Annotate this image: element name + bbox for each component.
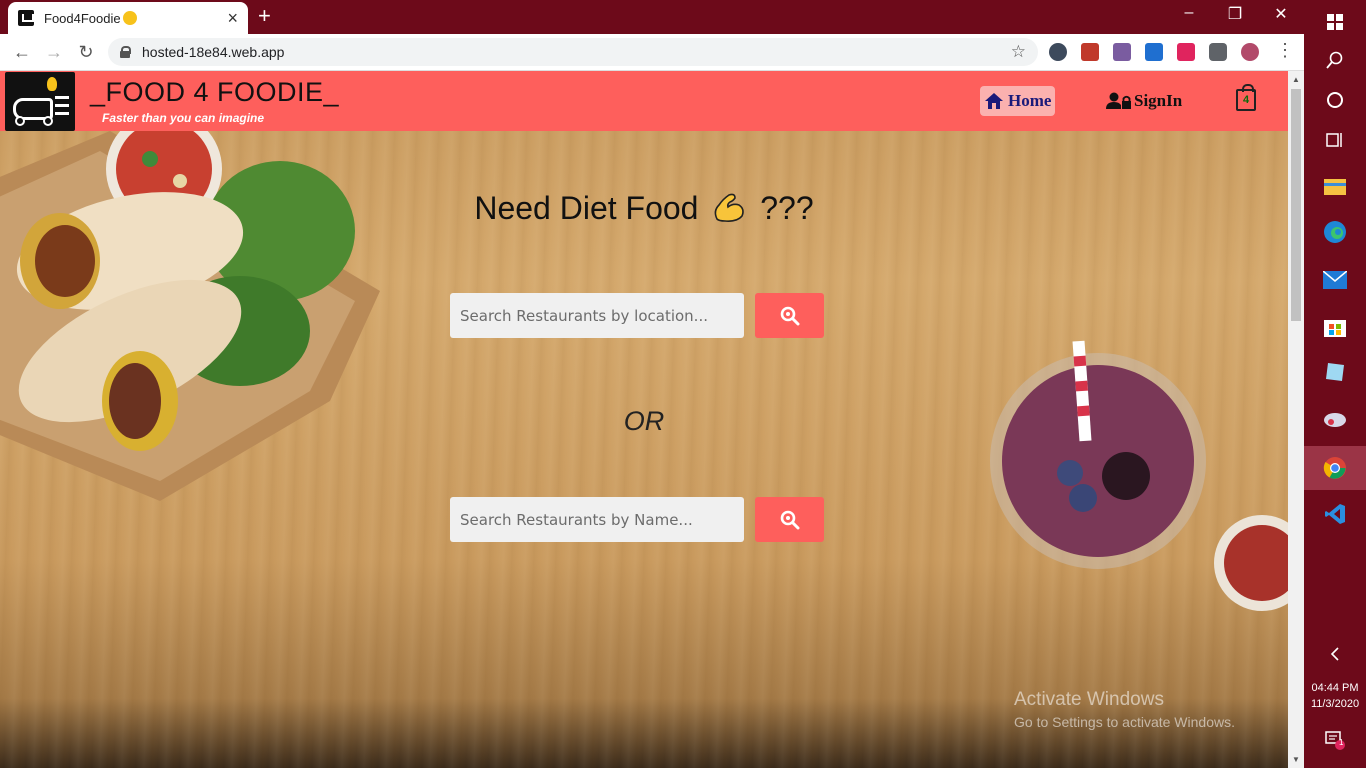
task-view-icon[interactable] (1304, 118, 1366, 162)
nav-signin-link[interactable]: SignIn (1106, 86, 1182, 116)
speed-line-icon (55, 104, 69, 107)
extension-tv-icon[interactable] (1113, 43, 1131, 61)
scroll-down-icon[interactable]: ▼ (1292, 755, 1300, 764)
nav-home-link[interactable]: Home (980, 86, 1056, 116)
logo-bulb-icon (47, 77, 57, 91)
windows-taskbar: 04:44 PM 11/3/2020 1 (1304, 0, 1366, 768)
search-icon (780, 510, 799, 529)
user-lock-icon (1106, 92, 1131, 109)
hero-title: Need Diet Food ??? (0, 190, 1288, 227)
new-tab-button[interactable]: + (258, 5, 271, 27)
menu-kebab-icon[interactable]: ⋮ (1276, 40, 1294, 61)
nav-home-label: Home (1008, 91, 1052, 110)
address-bar: ← → ↻ hosted-18e84.web.app ☆ ⋮ (0, 34, 1304, 71)
hero-title-text: Need Diet Food (474, 190, 699, 226)
hero-title-question: ??? (760, 190, 814, 226)
minimize-button[interactable]: – (1166, 4, 1212, 22)
cart-button[interactable]: 4 (1236, 84, 1256, 111)
cortana-icon[interactable] (1304, 78, 1366, 122)
brand-tagline: Faster than you can imagine (102, 111, 265, 125)
reload-icon[interactable]: ↻ (74, 42, 98, 63)
extension-pdf-icon[interactable] (1177, 43, 1195, 61)
bookmark-star-icon[interactable]: ☆ (1011, 42, 1026, 62)
profile-avatar[interactable] (1241, 43, 1259, 61)
home-icon (985, 93, 1003, 109)
url-field[interactable]: hosted-18e84.web.app ☆ (108, 38, 1038, 66)
snipping-tool-icon[interactable] (1304, 398, 1366, 442)
tab-close-icon[interactable]: × (227, 8, 238, 29)
speed-line-icon (55, 112, 69, 115)
notepad-app-icon[interactable] (1304, 350, 1366, 394)
name-search (450, 497, 825, 543)
scooter-wheel-icon (43, 116, 53, 126)
lock-icon (120, 46, 131, 58)
back-arrow-icon[interactable]: ← (10, 42, 34, 63)
yum-emoji-icon (122, 10, 137, 25)
location-search (450, 293, 825, 339)
search-icon (780, 306, 799, 325)
name-search-button[interactable] (755, 497, 824, 542)
page-scrollbar[interactable]: ▲ ▼ (1288, 71, 1304, 768)
location-search-input[interactable] (450, 293, 744, 338)
name-search-input[interactable] (450, 497, 744, 542)
or-divider: OR (623, 406, 665, 436)
extension-search-icon[interactable] (1145, 43, 1163, 61)
speed-line-icon (55, 96, 69, 99)
clock-time: 04:44 PM (1311, 682, 1359, 694)
microsoft-store-icon[interactable] (1304, 304, 1366, 348)
tab-title: Food4Foodie (44, 10, 227, 26)
vscode-icon[interactable] (1304, 492, 1366, 536)
close-window-button[interactable]: ✕ (1258, 4, 1304, 24)
file-explorer-icon[interactable] (1304, 164, 1366, 208)
brand-title[interactable]: _FOOD 4 FOODIE_ (90, 77, 339, 108)
forward-arrow-icon[interactable]: → (42, 42, 66, 63)
mail-icon[interactable] (1304, 258, 1366, 302)
browser-tab[interactable]: Food4Foodie × (8, 2, 248, 34)
action-center-icon[interactable]: 1 (1304, 718, 1366, 762)
show-hidden-icons-chevron-icon[interactable] (1304, 632, 1366, 676)
browser-tab-strip: Food4Foodie × + – ❐ ✕ (0, 0, 1304, 34)
activate-windows-watermark: Activate Windows Go to Settings to activ… (1014, 689, 1235, 730)
scroll-up-icon[interactable]: ▲ (1292, 75, 1300, 84)
site-logo[interactable] (5, 72, 75, 131)
clock-date: 11/3/2020 (1310, 698, 1360, 710)
scooter-wheel-icon (15, 116, 25, 126)
chrome-taskbar-icon[interactable] (1304, 446, 1366, 490)
maximize-button[interactable]: ❐ (1212, 4, 1258, 24)
edge-browser-icon[interactable] (1304, 210, 1366, 254)
url-text: hosted-18e84.web.app (142, 44, 285, 60)
flexed-biceps-icon (714, 193, 745, 222)
search-icon[interactable] (1304, 38, 1366, 82)
favicon-icon (18, 10, 34, 26)
watermark-title: Activate Windows (1014, 689, 1164, 710)
location-search-button[interactable] (755, 293, 824, 338)
notification-count: 1 (1339, 738, 1344, 747)
scroll-thumb[interactable] (1291, 89, 1301, 321)
extension-mail-icon[interactable] (1049, 43, 1067, 61)
web-page: _FOOD 4 FOODIE_ Faster than you can imag… (0, 71, 1288, 768)
cart-count: 4 (1242, 94, 1250, 106)
extension-ytf-icon[interactable] (1081, 43, 1099, 61)
taskbar-clock[interactable]: 04:44 PM 11/3/2020 (1304, 680, 1366, 712)
nav-signin-label: SignIn (1134, 91, 1183, 110)
extensions-puzzle-icon[interactable] (1209, 43, 1227, 61)
watermark-subtitle: Go to Settings to activate Windows. (1014, 714, 1235, 730)
site-navbar: _FOOD 4 FOODIE_ Faster than you can imag… (0, 71, 1288, 131)
